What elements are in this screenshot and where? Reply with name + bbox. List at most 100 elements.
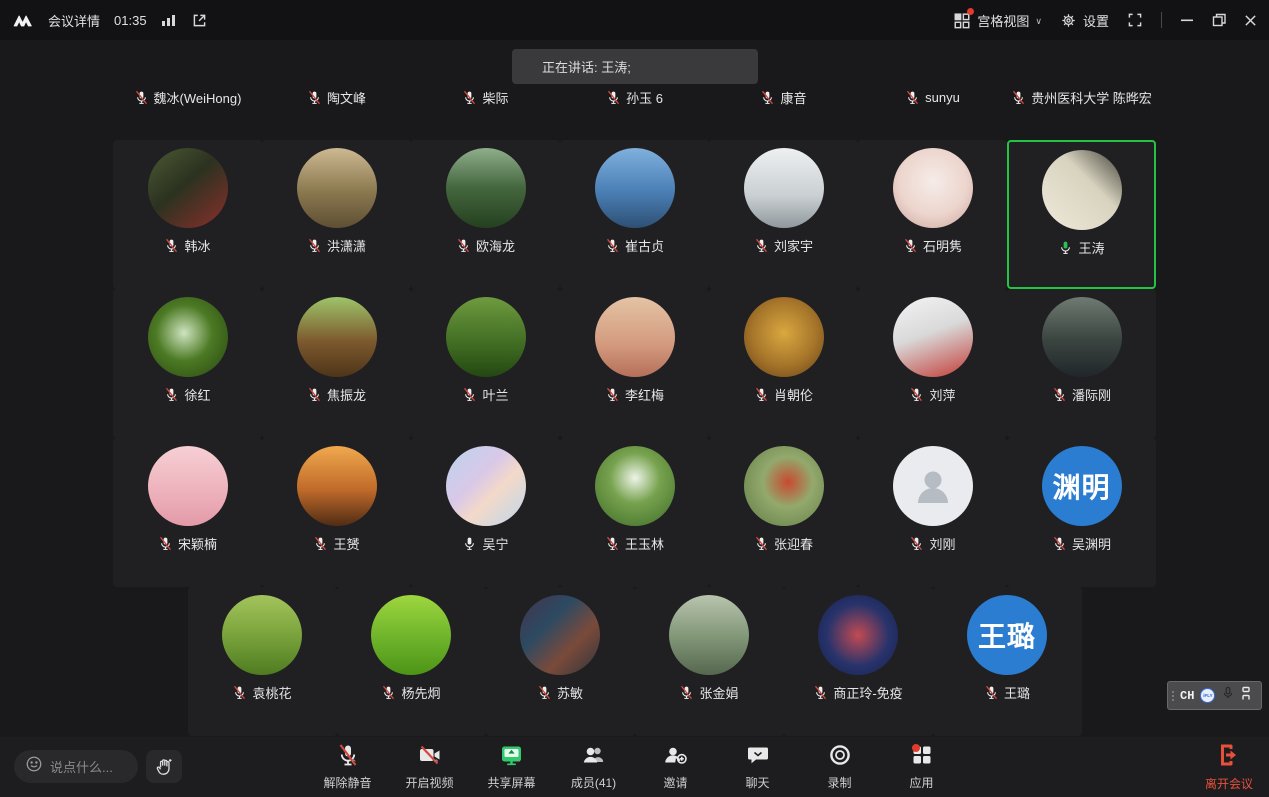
mic-muted-icon — [679, 685, 694, 700]
mic-options-caret-icon[interactable]: ⌃ — [350, 758, 358, 769]
participant-avatar — [818, 595, 898, 675]
view-mode-label: 宫格视图 — [977, 11, 1029, 30]
fullscreen-icon[interactable] — [1127, 12, 1143, 28]
participant-tile[interactable]: 苏敏 — [486, 587, 635, 736]
participant-tile[interactable]: 欧海龙 — [411, 140, 560, 289]
participant-tile[interactable]: 张金娟 — [635, 587, 784, 736]
participant-avatar — [148, 297, 228, 377]
participant-name: 叶兰 — [482, 385, 508, 404]
participant-tile[interactable]: 潘际刚 — [1007, 289, 1156, 438]
participant-name-row: 苏敏 — [537, 682, 583, 702]
participant-tile[interactable]: 张迎春 — [709, 438, 858, 587]
unmute-button[interactable]: ⌃ 解除静音 — [317, 742, 379, 791]
participant-name-row: 李红梅 — [605, 384, 664, 404]
participant-tile[interactable]: 徐红 — [113, 289, 262, 438]
leave-meeting-button[interactable]: 离开会议 — [1205, 742, 1253, 792]
participant-tile[interactable]: 渊明吴渊明 — [1007, 438, 1156, 587]
ime-tools-icon[interactable] — [1241, 686, 1251, 706]
chat-button[interactable]: 聊天 — [727, 742, 789, 791]
chat-input[interactable]: 说点什么... — [14, 750, 138, 783]
minimize-button[interactable] — [1180, 13, 1194, 27]
participants-row: 袁桃花杨先炯 苏敏 张金娟商正玲-免疫王璐王璐 — [0, 587, 1269, 736]
mic-muted-icon — [537, 685, 552, 700]
chevron-down-icon: ∨ — [1035, 16, 1042, 27]
participant-tile[interactable]: 孙玉 6 — [560, 86, 709, 108]
detach-window-icon[interactable] — [191, 12, 208, 29]
participant-name-row: 崔古贞 — [605, 235, 664, 255]
participant-tile[interactable]: sunyu — [858, 86, 1007, 108]
emoji-smiley-icon[interactable] — [25, 755, 43, 778]
leave-door-icon — [1217, 742, 1241, 773]
invite-button[interactable]: 邀请 — [645, 742, 707, 791]
participant-name: 刘刚 — [929, 534, 955, 553]
participant-tile[interactable]: 贵州医科大学 陈晔宏 — [1007, 86, 1156, 108]
ime-toolbar[interactable]: CH iFLY — [1167, 681, 1262, 710]
participants-row: 魏冰(WeiHong)陶文峰柴际孙玉 6康音 sunyu 贵州医科大学 陈晔宏 — [0, 86, 1269, 108]
participant-tile[interactable]: 李红梅 — [560, 289, 709, 438]
participant-tile[interactable]: 吴宁 — [411, 438, 560, 587]
participant-tile[interactable]: 肖朝伦 — [709, 289, 858, 438]
record-icon — [828, 743, 852, 772]
participant-tile[interactable]: 陶文峰 — [262, 86, 411, 108]
participant-avatar — [893, 148, 973, 228]
participant-name: 焦振龙 — [327, 385, 366, 404]
settings-button[interactable]: 设置 — [1060, 11, 1109, 30]
mic-muted-icon — [1052, 536, 1067, 551]
participant-tile[interactable]: 崔古贞 — [560, 140, 709, 289]
participant-tile[interactable]: 刘萍 — [858, 289, 1007, 438]
participant-name: sunyu — [925, 90, 960, 105]
view-mode-selector[interactable]: 宫格视图 ∨ — [953, 11, 1042, 30]
participant-tile[interactable]: 袁桃花 — [188, 587, 337, 736]
participant-name-row: 张迎春 — [754, 533, 813, 553]
participant-tile[interactable]: 焦振龙 — [262, 289, 411, 438]
participant-avatar — [744, 446, 824, 526]
invite-label: 邀请 — [663, 774, 687, 791]
participant-name-row: 杨先炯 — [381, 682, 440, 702]
mic-muted-icon — [164, 387, 179, 402]
close-button[interactable] — [1244, 14, 1257, 27]
mic-muted-icon — [606, 90, 621, 105]
signal-strength-icon — [161, 13, 177, 27]
participant-tile[interactable]: 康音 — [709, 86, 858, 108]
participant-name-row: 石明隽 — [903, 235, 962, 255]
participant-name: 李红梅 — [625, 385, 664, 404]
participant-tile[interactable]: 魏冰(WeiHong) — [113, 86, 262, 108]
participant-tile[interactable]: 柴际 — [411, 86, 560, 108]
participant-tile[interactable]: 刘家宇 — [709, 140, 858, 289]
share-screen-button[interactable]: ⌃ 共享屏幕 — [481, 742, 543, 791]
participant-tile[interactable]: 刘刚 — [858, 438, 1007, 587]
participant-tile[interactable]: 王璐王璐 — [933, 587, 1082, 736]
participant-avatar — [669, 595, 749, 675]
participant-name: 宋颖楠 — [178, 534, 217, 553]
participant-tile[interactable]: 商正玲-免疫 — [784, 587, 933, 736]
participant-tile[interactable]: 韩冰 — [113, 140, 262, 289]
participant-tile[interactable]: 洪潇潇 — [262, 140, 411, 289]
participant-tile[interactable]: 杨先炯 — [337, 587, 486, 736]
participant-avatar — [1042, 297, 1122, 377]
participant-avatar — [1042, 150, 1122, 230]
participant-tile[interactable]: 宋颖楠 — [113, 438, 262, 587]
record-button[interactable]: 录制 — [809, 742, 871, 791]
ime-voice-icon[interactable] — [1221, 685, 1235, 706]
restore-window-button[interactable] — [1212, 13, 1226, 27]
ime-drag-handle[interactable] — [1172, 691, 1174, 701]
ifly-logo-icon[interactable]: iFLY — [1200, 688, 1215, 703]
apps-button[interactable]: 应用 — [891, 742, 953, 791]
record-label: 录制 — [827, 774, 851, 791]
participant-name: 韩冰 — [184, 236, 210, 255]
raise-hand-button[interactable] — [146, 750, 182, 783]
ime-language-indicator[interactable]: CH — [1180, 689, 1194, 703]
members-button[interactable]: 成员(41) — [563, 742, 625, 791]
participant-name: 洪潇潇 — [327, 236, 366, 255]
participant-name-row: 刘刚 — [909, 533, 955, 553]
participant-tile[interactable]: 叶兰 — [411, 289, 560, 438]
meeting-details-button[interactable]: 会议详情 — [48, 11, 100, 30]
participant-tile[interactable]: 王玉林 — [560, 438, 709, 587]
share-options-caret-icon[interactable]: ⌃ — [514, 758, 522, 769]
participant-tile[interactable]: 王涛 — [1007, 140, 1156, 289]
mic-muted-icon — [605, 238, 620, 253]
participant-tile[interactable]: 石明隽 — [858, 140, 1007, 289]
participant-tile[interactable]: 王赟 — [262, 438, 411, 587]
start-video-button[interactable]: ⌃ 开启视频 — [399, 742, 461, 791]
video-options-caret-icon[interactable]: ⌃ — [432, 758, 440, 769]
